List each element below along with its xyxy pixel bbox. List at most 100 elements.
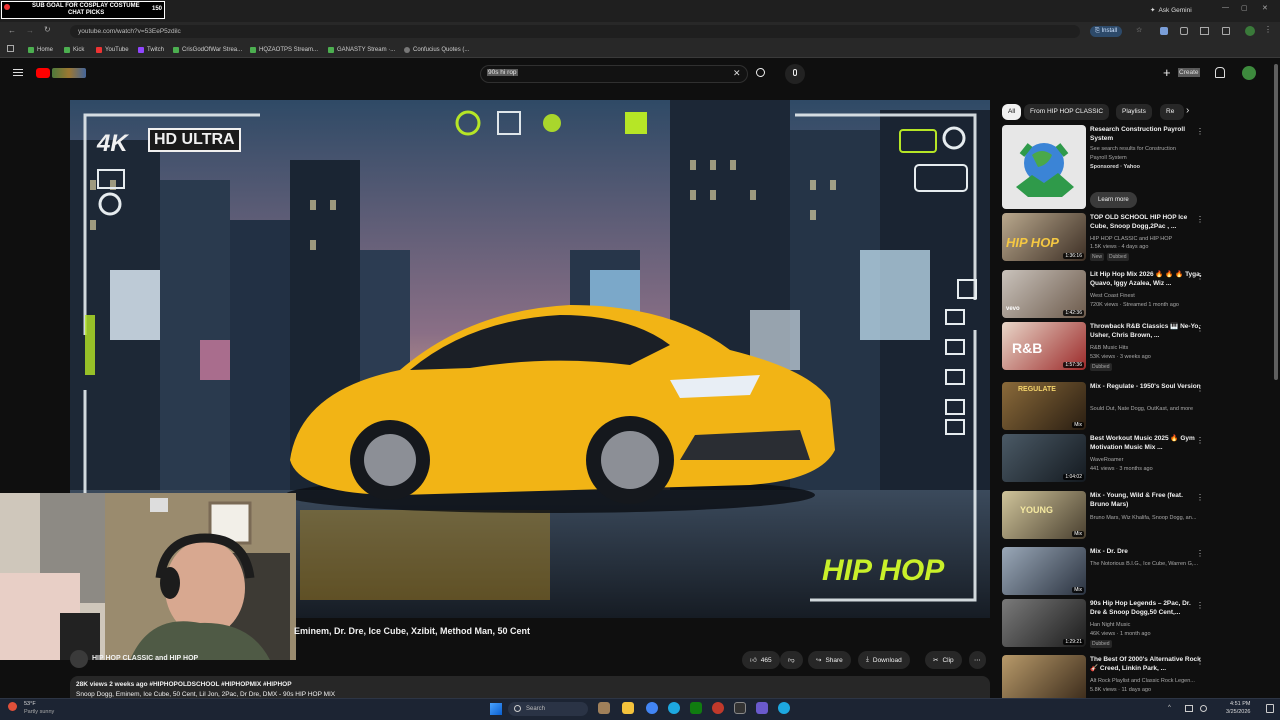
more-options-icon[interactable]: ⋮ xyxy=(1196,272,1204,281)
edge-icon[interactable] xyxy=(668,702,680,714)
close-window-icon[interactable]: ✕ xyxy=(1262,4,1268,12)
maximize-icon[interactable]: ▢ xyxy=(1241,4,1248,12)
browser-icon[interactable] xyxy=(778,702,790,714)
apps-grid-icon[interactable] xyxy=(7,45,14,52)
more-options-icon[interactable]: ⋮ xyxy=(1196,493,1204,502)
volume-icon[interactable] xyxy=(1200,705,1207,712)
hamburger-menu-icon[interactable] xyxy=(13,69,23,70)
channel-avatar[interactable] xyxy=(70,650,88,668)
back-icon[interactable]: ← xyxy=(8,26,16,35)
bookmark-confucius[interactable]: Confucius Quotes (... xyxy=(404,45,469,55)
voice-search-button[interactable] xyxy=(785,64,805,84)
search-icon xyxy=(514,705,521,712)
tray-chevron-icon[interactable]: ^ xyxy=(1168,705,1171,711)
rec-item[interactable]: Mix Mix - Dr. Dre The Notorious B.I.G., … xyxy=(1002,547,1272,597)
youtube-icon xyxy=(96,47,102,53)
dislike-button[interactable]: 👎︎ xyxy=(780,651,803,669)
more-actions-button[interactable]: ⋯ xyxy=(969,651,986,669)
bookmark-ganasty[interactable]: GANASTY Stream ·... xyxy=(328,45,395,55)
puzzle-icon[interactable] xyxy=(1180,27,1188,35)
chip-related[interactable]: Re xyxy=(1160,104,1185,120)
bookmark-crisgodofwar[interactable]: CrisGodOfWar Strea... xyxy=(173,45,242,55)
more-options-icon[interactable]: ⋮ xyxy=(1196,601,1204,610)
rec-item[interactable]: HIP HOP 1:36:16 TOP OLD SCHOOL HIP HOP I… xyxy=(1002,213,1272,265)
clock-time: 4:51 PM xyxy=(1230,701,1251,707)
notification-icon[interactable] xyxy=(1266,704,1274,713)
chip-from-channel[interactable]: From HIP HOP CLASSIC xyxy=(1024,104,1110,120)
rec-item[interactable]: R&B 1:57:36 Throwback R&B Classics 🎹 Ne-… xyxy=(1002,322,1272,374)
more-options-icon[interactable]: ⋮ xyxy=(1196,127,1204,136)
clip-button[interactable]: ✂ Clip xyxy=(925,651,962,669)
menu-dots-icon[interactable]: ⋮ xyxy=(1264,25,1272,34)
address-bar[interactable]: youtube.com/watch?v=53EeP5zdilc xyxy=(70,25,1080,38)
clear-search-icon[interactable]: ✕ xyxy=(733,68,741,79)
download-icon[interactable] xyxy=(1222,27,1230,35)
rec-item[interactable]: 1:29:21 90s Hip Hop Legends – 2Pac, Dr. … xyxy=(1002,599,1272,651)
forward-icon[interactable]: → xyxy=(26,26,34,35)
more-options-icon[interactable]: ⋮ xyxy=(1196,324,1204,333)
description-line: Snoop Dogg, Eminem, Ice Cube, 50 Cent, L… xyxy=(76,691,336,698)
chip-playlists[interactable]: Playlists xyxy=(1116,104,1152,120)
bookmark-twitch[interactable]: Twitch xyxy=(138,45,164,55)
taskbar-search-label: Search xyxy=(526,706,546,712)
network-icon[interactable] xyxy=(1185,705,1193,712)
share-label: Share xyxy=(825,656,843,664)
paint-icon[interactable] xyxy=(598,702,610,714)
like-count: 465 xyxy=(760,656,772,664)
terminal-icon[interactable] xyxy=(734,702,746,714)
bookmark-star-icon[interactable]: ☆ xyxy=(1136,26,1142,34)
search-input[interactable] xyxy=(480,65,748,83)
rec-item[interactable]: vevo 1:42:36 Lit Hip Hop Mix 2026 🔥 🔥 🔥 … xyxy=(1002,270,1272,322)
more-options-icon[interactable]: ⋮ xyxy=(1196,215,1204,224)
youtube-logo-icon[interactable] xyxy=(36,68,50,78)
rec-item[interactable]: REGULATE Mix Mix - Regulate - 1950's Sou… xyxy=(1002,382,1272,432)
more-options-icon[interactable]: ⋮ xyxy=(1196,657,1204,666)
bookmark-home[interactable]: Home xyxy=(28,45,53,55)
chips-next-icon[interactable]: › xyxy=(1186,105,1189,116)
rec-item[interactable]: The Best Of 2000's Alternative Rock 🎸 Cr… xyxy=(1002,655,1272,698)
file-explorer-icon[interactable] xyxy=(622,702,634,714)
share-icon: ↪ xyxy=(816,657,822,664)
create-plus-icon[interactable]: + xyxy=(1163,65,1171,80)
thumb-hiphop-text: HIP HOP xyxy=(1006,235,1059,250)
install-app-button[interactable]: ⎘ Install xyxy=(1090,26,1123,37)
share-button[interactable]: ↪ Share xyxy=(808,651,851,669)
account-avatar[interactable] xyxy=(1242,66,1256,80)
more-options-icon[interactable]: ⋮ xyxy=(1196,384,1204,393)
like-button[interactable]: 👍︎ 465 xyxy=(742,651,780,669)
learn-more-button[interactable]: Learn more xyxy=(1090,192,1137,208)
download-button[interactable]: ⤓ Download xyxy=(858,651,910,669)
more-options-icon[interactable]: ⋮ xyxy=(1196,436,1204,445)
create-label[interactable]: Create xyxy=(1178,68,1200,77)
rec-item[interactable]: YOUNG Mix Mix - Young, Wild & Free (feat… xyxy=(1002,491,1272,541)
discord-icon[interactable] xyxy=(756,702,768,714)
channel-name[interactable]: HIP HOP CLASSIC and HIP HOP xyxy=(92,655,198,662)
scissors-icon: ✂ xyxy=(933,657,939,664)
extension-icon[interactable] xyxy=(1160,27,1168,35)
doodle-logo[interactable] xyxy=(52,68,86,78)
more-options-icon[interactable]: ⋮ xyxy=(1196,549,1204,558)
video-thumbnail: vevo 1:42:36 xyxy=(1002,270,1086,318)
profile-avatar[interactable] xyxy=(1245,26,1255,36)
video-thumbnail xyxy=(1002,655,1086,698)
app-icon[interactable] xyxy=(712,702,724,714)
search-button[interactable] xyxy=(748,65,776,83)
weather-icon[interactable] xyxy=(8,702,17,711)
taskbar-search[interactable]: Search xyxy=(508,702,588,716)
minimize-icon[interactable]: — xyxy=(1222,4,1229,11)
chrome-icon[interactable] xyxy=(646,702,658,714)
ask-gemini-button[interactable]: ✦ Ask Gemini xyxy=(1150,4,1192,16)
bookmark-kick[interactable]: Kick xyxy=(64,45,84,55)
vevo-logo: vevo xyxy=(1006,306,1020,312)
bookmark-hqzaotps[interactable]: HQZAOTPS Stream... xyxy=(250,45,318,55)
windows-start-icon[interactable] xyxy=(490,703,502,715)
sidepanel-icon[interactable] xyxy=(1200,27,1209,35)
rec-item[interactable]: 1:04:02 Best Workout Music 2025 🔥 Gym Mo… xyxy=(1002,434,1272,484)
reload-icon[interactable]: ↻ xyxy=(44,25,51,34)
ad-card[interactable]: Research Construction Payroll System See… xyxy=(1002,125,1272,210)
xbox-icon[interactable] xyxy=(690,702,702,714)
chip-all[interactable]: All xyxy=(1002,104,1022,120)
bookmark-youtube[interactable]: YouTube xyxy=(96,45,129,55)
page-scrollbar[interactable] xyxy=(1274,64,1278,380)
notifications-bell-icon[interactable] xyxy=(1215,67,1225,78)
